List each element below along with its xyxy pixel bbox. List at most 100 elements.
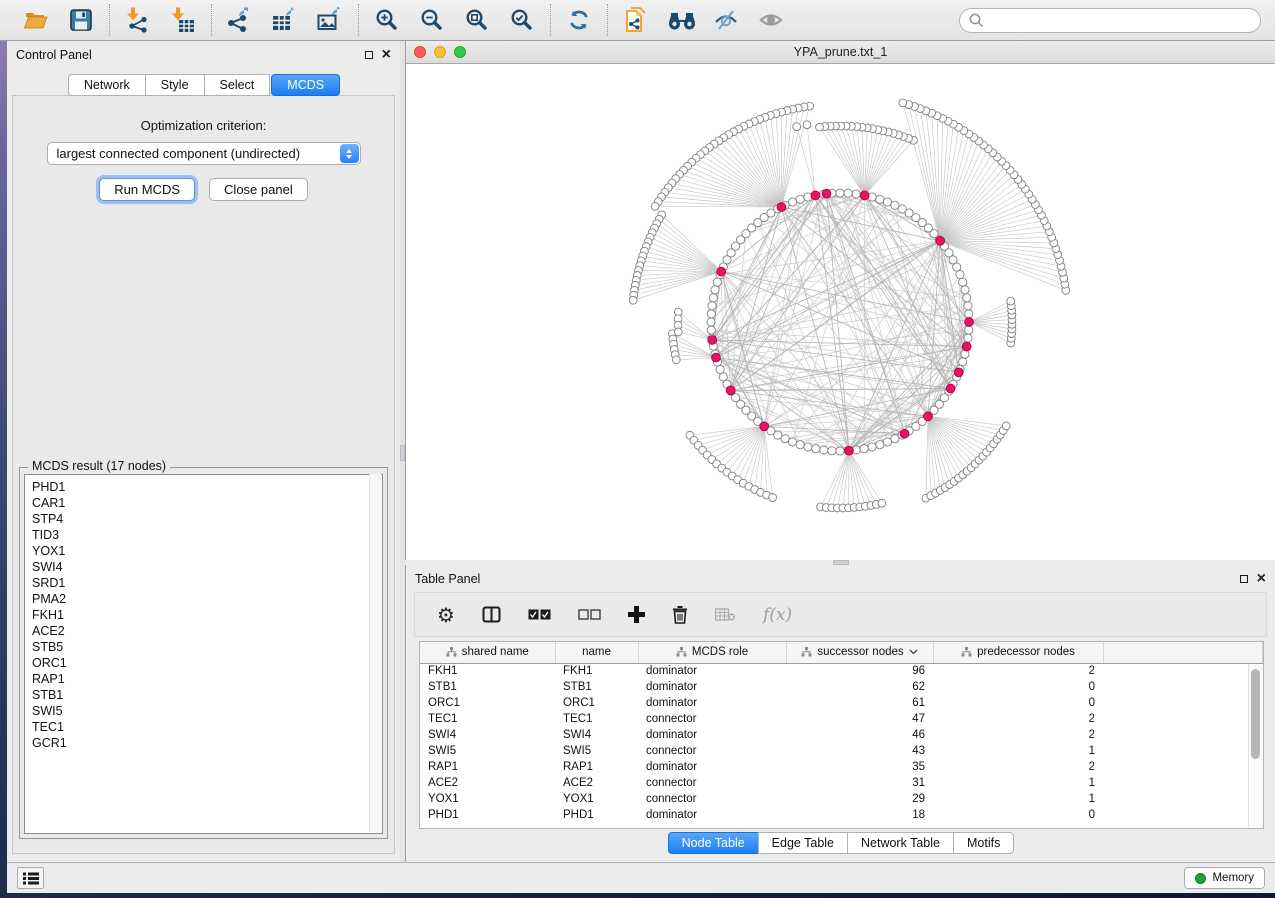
cell-successor_nodes[interactable]: 96 (786, 663, 933, 679)
cell-successor_nodes[interactable]: 31 (786, 775, 933, 791)
cell-shared_name[interactable]: YOX1 (420, 791, 555, 807)
list-item[interactable]: ACE2 (32, 623, 382, 639)
cell-name[interactable]: SWI4 (555, 727, 638, 743)
close-panel-icon[interactable]: × (1257, 574, 1266, 584)
cell-mcds_role[interactable]: connector (638, 743, 786, 759)
cell-predecessor_nodes[interactable]: 0 (933, 679, 1103, 695)
table-row[interactable]: FKH1FKH1dominator962 (420, 663, 1263, 679)
table-row[interactable]: RAP1RAP1dominator352 (420, 759, 1263, 775)
tab-motifs[interactable]: Motifs (953, 832, 1014, 854)
cell-shared_name[interactable]: PHD1 (420, 807, 555, 823)
cell-predecessor_nodes[interactable]: 1 (933, 743, 1103, 759)
table-row[interactable]: SWI5SWI5connector431 (420, 743, 1263, 759)
list-item[interactable]: STB5 (32, 639, 382, 655)
table-row[interactable]: STB1STB1dominator620 (420, 679, 1263, 695)
cell-shared_name[interactable]: FKH1 (420, 663, 555, 679)
tab-mcds[interactable]: MCDS (271, 74, 340, 96)
export-image-button[interactable] (316, 6, 344, 34)
close-panel-icon[interactable]: × (382, 50, 391, 60)
tab-edge-table[interactable]: Edge Table (758, 832, 848, 854)
cell-name[interactable]: PHD1 (555, 807, 638, 823)
list-item[interactable]: YOX1 (32, 543, 382, 559)
cell-mcds_role[interactable]: connector (638, 775, 786, 791)
cell-name[interactable]: ACE2 (555, 775, 638, 791)
list-item[interactable]: TID3 (32, 527, 382, 543)
show-task-history-button[interactable] (17, 867, 44, 889)
table-row[interactable]: ACE2ACE2connector311 (420, 775, 1263, 791)
network-titlebar[interactable]: YPA_prune.txt_1 (406, 41, 1275, 64)
cell-predecessor_nodes[interactable]: 0 (933, 695, 1103, 711)
scrollbar-thumb[interactable] (1251, 669, 1260, 759)
import-table-button[interactable] (169, 6, 197, 34)
cell-predecessor_nodes[interactable]: 1 (933, 775, 1103, 791)
memory-button[interactable]: Memory (1184, 867, 1265, 889)
table-row[interactable]: YOX1YOX1connector291 (420, 791, 1263, 807)
tab-select[interactable]: Select (204, 74, 271, 96)
cell-successor_nodes[interactable]: 29 (786, 791, 933, 807)
open-session-button[interactable] (22, 6, 50, 34)
cell-predecessor_nodes[interactable]: 2 (933, 663, 1103, 679)
table-settings-button[interactable]: ⚙ (437, 605, 455, 625)
cell-mcds_role[interactable]: dominator (638, 695, 786, 711)
tab-network[interactable]: Network (68, 74, 146, 96)
list-item[interactable]: PHD1 (32, 479, 382, 495)
cell-mcds_role[interactable]: dominator (638, 663, 786, 679)
cell-shared_name[interactable]: ACE2 (420, 775, 555, 791)
cell-successor_nodes[interactable]: 43 (786, 743, 933, 759)
list-item[interactable]: SRD1 (32, 575, 382, 591)
save-session-button[interactable] (67, 6, 95, 34)
refresh-button[interactable] (565, 6, 593, 34)
node-table[interactable]: shared namenameMCDS rolesuccessor nodesp… (419, 641, 1264, 829)
network-view[interactable] (406, 64, 1275, 560)
zoom-in-button[interactable] (373, 6, 401, 34)
cell-successor_nodes[interactable]: 18 (786, 807, 933, 823)
cell-shared_name[interactable]: RAP1 (420, 759, 555, 775)
cell-mcds_role[interactable]: connector (638, 791, 786, 807)
list-item[interactable]: CAR1 (32, 495, 382, 511)
cell-name[interactable]: SWI5 (555, 743, 638, 759)
close-panel-button[interactable]: Close panel (209, 178, 308, 201)
list-item[interactable]: FKH1 (32, 607, 382, 623)
column-header-shared-name[interactable]: shared name (420, 642, 555, 663)
cell-shared_name[interactable]: SWI4 (420, 727, 555, 743)
tab-style[interactable]: Style (145, 74, 205, 96)
tab-network-table[interactable]: Network Table (847, 832, 954, 854)
export-table-button[interactable] (271, 6, 299, 34)
list-item[interactable]: STB1 (32, 687, 382, 703)
list-item[interactable]: STP4 (32, 511, 382, 527)
table-row[interactable]: PHD1PHD1dominator180 (420, 807, 1263, 823)
cell-mcds_role[interactable]: dominator (638, 807, 786, 823)
table-scrollbar[interactable] (1248, 664, 1263, 827)
network-canvas[interactable] (406, 64, 1275, 560)
cell-predecessor_nodes[interactable]: 2 (933, 759, 1103, 775)
zoom-selected-button[interactable] (508, 6, 536, 34)
cell-successor_nodes[interactable]: 61 (786, 695, 933, 711)
column-header-predecessor-nodes[interactable]: predecessor nodes (933, 642, 1103, 663)
cell-successor_nodes[interactable]: 35 (786, 759, 933, 775)
search-field[interactable] (959, 8, 1261, 33)
delete-column-button[interactable] (672, 605, 688, 624)
cell-shared_name[interactable]: ORC1 (420, 695, 555, 711)
select-all-button[interactable] (528, 609, 551, 620)
cell-mcds_role[interactable]: dominator (638, 679, 786, 695)
import-network-button[interactable] (124, 6, 152, 34)
search-network-button[interactable] (667, 6, 695, 34)
column-header-MCDS-role[interactable]: MCDS role (638, 642, 786, 663)
zoom-out-button[interactable] (418, 6, 446, 34)
table-row[interactable]: ORC1ORC1dominator610 (420, 695, 1263, 711)
search-input[interactable] (990, 12, 1251, 28)
cell-shared_name[interactable]: SWI5 (420, 743, 555, 759)
cell-name[interactable]: ORC1 (555, 695, 638, 711)
tab-node-table[interactable]: Node Table (668, 832, 759, 854)
cell-name[interactable]: RAP1 (555, 759, 638, 775)
table-row[interactable]: TEC1TEC1connector472 (420, 711, 1263, 727)
float-panel-icon[interactable] (1240, 575, 1248, 583)
create-column-button[interactable] (628, 606, 645, 623)
mcds-result-list[interactable]: PHD1CAR1STP4TID3YOX1SWI4SRD1PMA2FKH1ACE2… (24, 474, 383, 834)
cell-shared_name[interactable]: TEC1 (420, 711, 555, 727)
cell-shared_name[interactable]: STB1 (420, 679, 555, 695)
show-graphics-details-button[interactable] (757, 6, 785, 34)
float-panel-icon[interactable] (365, 51, 373, 59)
network-from-file-button[interactable] (622, 6, 650, 34)
column-header-name[interactable]: name (555, 642, 638, 663)
